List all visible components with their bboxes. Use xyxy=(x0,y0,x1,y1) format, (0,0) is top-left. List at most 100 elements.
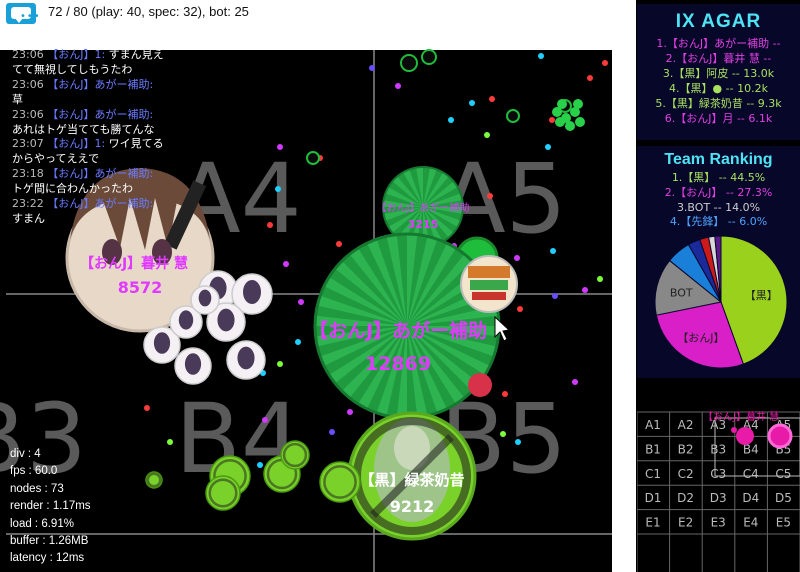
minimap-cell-label: C1 xyxy=(645,467,661,481)
small-red-cell[interactable] xyxy=(468,373,492,397)
minimap-cell-label: C3 xyxy=(710,467,726,481)
chat-line: てて無視してしもうたわ xyxy=(12,63,262,78)
minimap-cell-label: E3 xyxy=(711,516,726,530)
food-pellet xyxy=(369,65,375,71)
cell-name: 【黒】緑茶奶昔 xyxy=(359,471,464,489)
food-pellet xyxy=(602,60,608,66)
leaderboard-entry: 6.【おんJ】月 -- 6.1k xyxy=(664,112,773,125)
minimap-cell-label: C2 xyxy=(678,467,694,481)
minimap-cell-label: D3 xyxy=(710,491,727,505)
food-pellet xyxy=(487,193,493,199)
food-pellet xyxy=(306,151,320,165)
debug-latency: latency : 12ms xyxy=(10,552,85,565)
top-status-bar: ••• 72 / 80 (play: 40, spec: 32), bot: 2… xyxy=(0,0,636,26)
debug-stats: div : 4 fps : 60.0 nodes : 73 render : 1… xyxy=(10,446,91,568)
food-pellet xyxy=(557,99,567,109)
chat-time: 23:06 xyxy=(12,107,48,121)
chat-message: からやってええで xyxy=(12,152,100,166)
food-pellet xyxy=(295,339,301,345)
chat-sender: 【おんJ】あがー補助: xyxy=(47,77,154,91)
food-pellet xyxy=(267,222,273,228)
leaderboard-entry: 2.【おんJ】暮井 慧 -- xyxy=(665,52,772,65)
minimap-cell-label: A2 xyxy=(678,418,694,432)
team-ranking-panel: Team Ranking 1.【黒】 -- 44.5% 2.【おんJ】 -- 27… xyxy=(637,146,800,378)
food-pellet xyxy=(144,405,150,411)
chat-log: 23:06 【おんJ】1: すまん見え てて無視してしもうたわ 23:06 【おんJ… xyxy=(12,48,262,227)
chat-icon[interactable]: ••• xyxy=(6,3,40,24)
food-pellet xyxy=(167,439,173,445)
leaderboard-panel: IX AGAR 1.【おんJ】あがー補助 -- 2.【おんJ】暮井 慧 -- 3.【… xyxy=(637,4,800,140)
minimap-cell-label: E5 xyxy=(776,516,791,530)
food-pellet xyxy=(329,429,335,435)
minimap-cell-label: D4 xyxy=(742,491,759,505)
chat-line: トゲ間に合わんかったわ xyxy=(12,182,262,197)
leaderboard-entry: 1.【おんJ】あがー補助 -- xyxy=(656,37,781,50)
small-green-cell[interactable] xyxy=(319,461,361,503)
food-pellet xyxy=(469,100,475,106)
food-pellet xyxy=(262,417,268,423)
food-pellet xyxy=(484,132,490,138)
enemy-small-cell[interactable] xyxy=(460,255,518,313)
food-pellet xyxy=(347,409,353,415)
debug-load: load : 6.91% xyxy=(10,517,74,530)
minimap[interactable]: A1A2A3A4A5B1B2B3B4B5C1C2C3C4C5D1D2D3D4D5… xyxy=(637,408,800,572)
food-pellet xyxy=(515,439,521,445)
chat-sender: 【おんJ】1: xyxy=(47,137,109,151)
debug-nodes: nodes : 73 xyxy=(10,482,64,495)
food-pellet xyxy=(400,54,418,72)
food-pellet xyxy=(538,53,544,59)
food-pellet xyxy=(500,431,506,437)
food-pellet xyxy=(565,121,575,131)
pie-slice-label: 【おんJ】 xyxy=(677,332,724,345)
chat-line: 23:18 【おんJ】あがー補助: xyxy=(12,167,262,182)
small-green-cell[interactable] xyxy=(205,475,241,511)
food-pellet xyxy=(489,96,495,102)
food-pellet xyxy=(506,109,520,123)
cell-mass: 9212 xyxy=(390,497,435,516)
minimap-cell-label: C4 xyxy=(743,467,759,481)
food-pellet xyxy=(552,293,558,299)
pie-slice-label: BOT xyxy=(670,286,693,299)
food-pellet xyxy=(597,276,603,282)
chat-time: 23:18 xyxy=(12,167,48,181)
chat-message: すまん見え xyxy=(108,48,164,61)
team-ranking-entry: 1.【黒】 -- 44.5% xyxy=(671,171,766,184)
minimap-cell-label: B3 xyxy=(710,442,726,456)
team-ranking-entry: 3.BOT -- 14.0% xyxy=(676,200,761,214)
chat-line: からやってええで xyxy=(12,152,262,167)
chat-time: 23:07 xyxy=(12,137,48,151)
debug-fps: fps : 60.0 xyxy=(10,465,58,478)
cell-name: 【おんJ】あがー補助 xyxy=(309,319,487,342)
chat-line: すまん xyxy=(12,212,262,227)
debug-div: div : 4 xyxy=(10,448,41,460)
team-pie-chart: 【黒】【おんJ】 BOT xyxy=(654,235,788,369)
chat-line: 23:07 【おんJ】1: ワイ見てる xyxy=(12,137,262,152)
food-pellet xyxy=(283,261,289,267)
chat-message: ワイ見てる xyxy=(108,137,164,151)
minimap-cell-label: B1 xyxy=(645,442,661,456)
leaderboard-entry: 5.【黒】緑茶奶昔 -- 9.3k xyxy=(655,97,782,110)
food-pellet xyxy=(550,248,556,254)
green-skin-cell[interactable]: 【黒】緑茶奶昔 9212 xyxy=(347,411,477,541)
debug-render: render : 1.17ms xyxy=(10,500,91,513)
food-pellet xyxy=(573,99,583,109)
leaderboard-entry: 4.【黒】● -- 10.2k xyxy=(669,82,768,95)
minimap-cell-label: A1 xyxy=(645,418,661,432)
food-pellet xyxy=(336,241,342,247)
cell-name: 【おんJ】暮井 慧 xyxy=(80,255,188,272)
chat-time: 23:06 xyxy=(12,48,48,61)
food-pellet xyxy=(277,144,283,150)
team-ranking-title: Team Ranking xyxy=(664,151,773,168)
cell-mass: 12869 xyxy=(365,353,431,375)
food-pellet xyxy=(421,49,437,65)
minimap-player-label: 【おんJ】暮井 慧 xyxy=(703,410,779,423)
food-pellet xyxy=(549,117,555,123)
debug-buffer: buffer : 1.26MB xyxy=(10,535,89,548)
food-pellet xyxy=(502,391,508,397)
minimap-player-dot xyxy=(731,427,737,433)
chat-message: あれはトゲ当てても勝てんな xyxy=(12,122,155,136)
chat-message: トゲ間に合わんかったわ xyxy=(12,182,133,196)
minimap-cell-label: B2 xyxy=(678,442,694,456)
chat-time: 23:06 xyxy=(12,77,48,91)
chat-sender: 【おんJ】あがー補助: xyxy=(47,107,154,121)
